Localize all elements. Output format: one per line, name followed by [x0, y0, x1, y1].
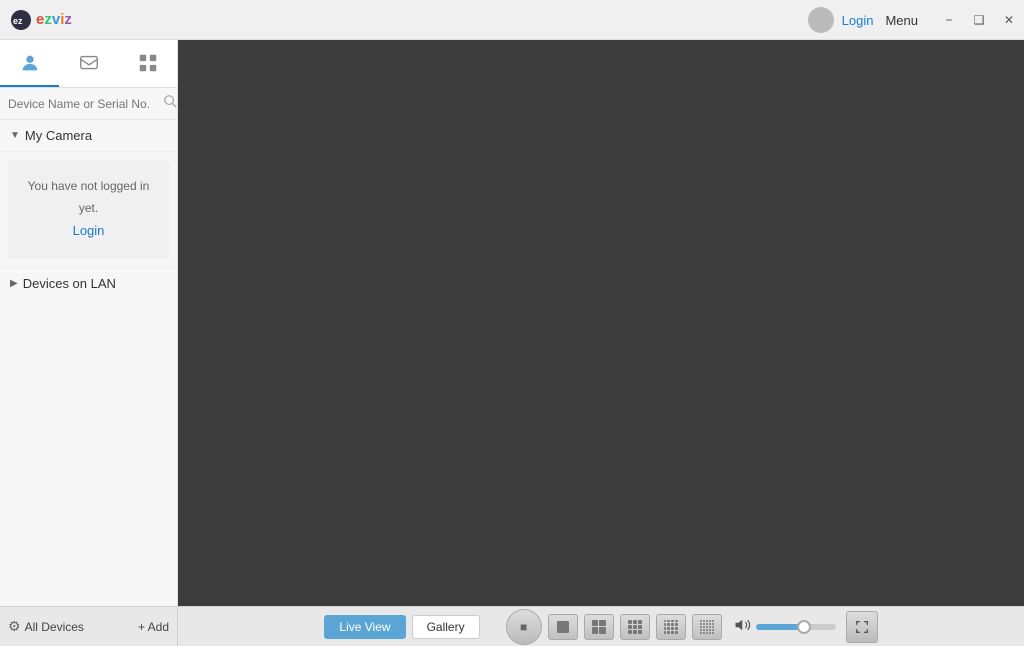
search-icon[interactable]: [163, 94, 177, 113]
live-view-tab[interactable]: Live View: [324, 615, 405, 639]
search-input[interactable]: [8, 97, 163, 111]
svg-text:ez: ez: [13, 16, 23, 26]
my-camera-header[interactable]: ▼ My Camera: [0, 120, 177, 152]
layout-4x4-button[interactable]: [656, 614, 686, 640]
layout-2x2-button[interactable]: [584, 614, 614, 640]
add-device-button[interactable]: + Add: [138, 620, 169, 634]
restore-button[interactable]: ❑: [964, 0, 994, 40]
tab-messages[interactable]: [59, 40, 118, 87]
sidebar: ▼ My Camera You have not logged in yet. …: [0, 40, 178, 606]
titlebar: ez ezviz Login Menu − ❑ ✕: [0, 0, 1024, 40]
message-icon: [78, 52, 100, 74]
ezviz-logo-icon: ez: [10, 9, 32, 31]
volume-thumb[interactable]: [797, 620, 811, 634]
titlebar-right: Login Menu − ❑ ✕: [808, 0, 1024, 40]
apps-icon: [137, 52, 159, 74]
logo: ez ezviz: [10, 9, 72, 31]
search-bar: [0, 88, 177, 120]
volume-slider[interactable]: [756, 624, 836, 630]
settings-icon[interactable]: ⚙: [8, 618, 21, 635]
camera-login-link[interactable]: Login: [20, 219, 157, 242]
stop-button[interactable]: [506, 609, 542, 645]
minimize-button[interactable]: −: [934, 0, 964, 40]
sidebar-tabs: [0, 40, 177, 88]
login-button[interactable]: Login: [842, 13, 874, 28]
user-icon: [19, 52, 41, 74]
chevron-down-icon: ▼: [10, 130, 20, 141]
layout-3x3-button[interactable]: [620, 614, 650, 640]
all-devices-label: All Devices: [25, 620, 134, 634]
devices-on-lan-header[interactable]: ▶ Devices on LAN: [0, 267, 177, 299]
tab-user[interactable]: [0, 40, 59, 87]
gallery-tab[interactable]: Gallery: [412, 615, 480, 639]
chevron-right-icon: ▶: [10, 278, 18, 289]
avatar: [808, 7, 834, 33]
bottombar: ⚙ All Devices + Add Live View Gallery: [0, 606, 1024, 646]
my-camera-label: My Camera: [25, 128, 92, 143]
video-content-area: [178, 40, 1024, 606]
layout-1x1-button[interactable]: [548, 614, 578, 640]
volume-section: [734, 616, 836, 637]
bottom-controls: Live View Gallery: [178, 609, 1024, 645]
tab-grid[interactable]: [118, 40, 177, 87]
not-logged-in-text: You have not logged in yet.: [28, 179, 150, 215]
layout-5x5-button[interactable]: [692, 614, 722, 640]
volume-icon[interactable]: [734, 616, 752, 637]
camera-not-logged-in: You have not logged in yet. Login: [8, 160, 169, 259]
close-button[interactable]: ✕: [994, 0, 1024, 40]
logo-text: ezviz: [36, 11, 72, 28]
main-area: ▼ My Camera You have not logged in yet. …: [0, 40, 1024, 606]
menu-button[interactable]: Menu: [885, 13, 918, 28]
camera-section: ▼ My Camera You have not logged in yet. …: [0, 120, 177, 267]
bottom-left-controls: ⚙ All Devices + Add: [0, 607, 178, 646]
devices-on-lan-label: Devices on LAN: [23, 276, 116, 291]
fullscreen-button[interactable]: [846, 611, 878, 643]
